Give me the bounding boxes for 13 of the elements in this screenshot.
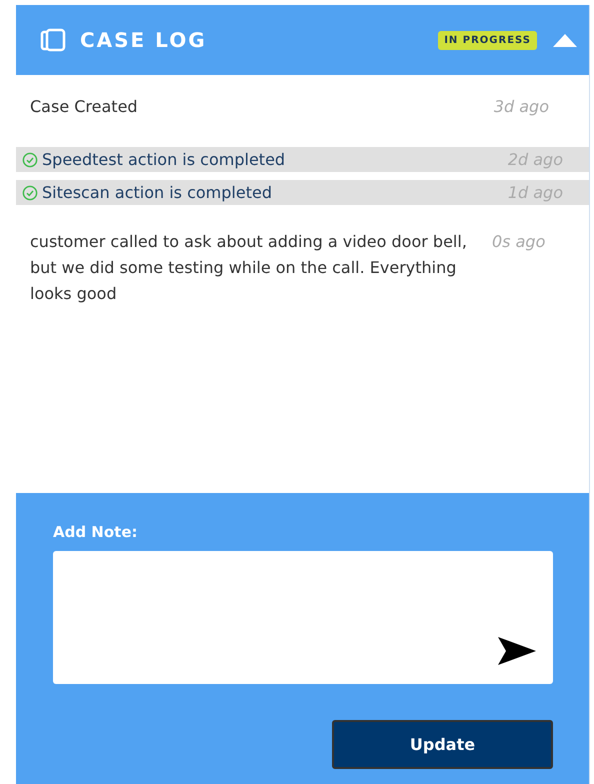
- send-icon[interactable]: [497, 636, 537, 666]
- note-input-field[interactable]: [53, 551, 553, 684]
- update-button[interactable]: Update: [332, 720, 553, 769]
- log-entry: Speedtest action is completed: [42, 150, 286, 169]
- panel-title: CASE LOG: [80, 28, 207, 52]
- log-entry: Case Created: [30, 97, 138, 116]
- timestamp: 3d ago: [494, 97, 549, 116]
- field-label: Add Note:: [53, 523, 139, 541]
- note-text: customer called to ask about adding a video door bell, but we did some testing while on the call. Everything looks good: [30, 231, 468, 305]
- timestamp: 0s ago: [492, 231, 546, 253]
- book-icon: [40, 28, 66, 52]
- status-badge: IN PROGRESS: [438, 30, 537, 50]
- log-entry: Sitescan action is completed: [42, 183, 272, 202]
